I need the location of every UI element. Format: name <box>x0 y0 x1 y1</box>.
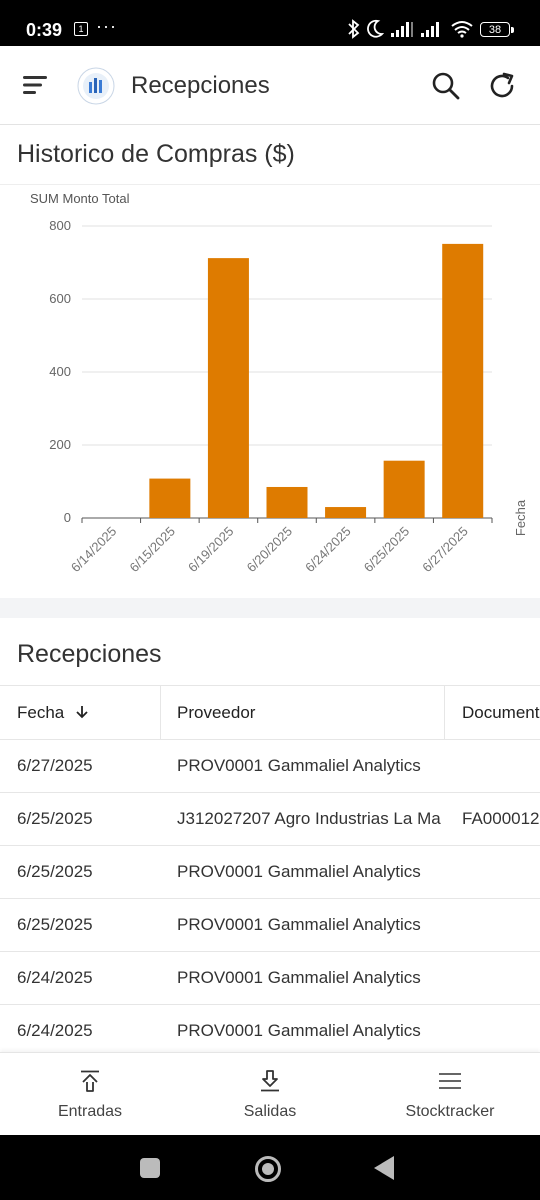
column-divider[interactable] <box>444 686 445 739</box>
recepciones-table: Fecha Proveedor Documento 6/27/2025 PROV0… <box>0 685 540 1058</box>
column-header-documento[interactable]: Documento <box>462 686 540 739</box>
table-row[interactable]: 6/25/2025 J312027207 Agro Industrias La M… <box>0 793 540 846</box>
menu-icon[interactable] <box>22 74 48 96</box>
table-row[interactable]: 6/24/2025 PROV0001 Gammaliel Analytics <box>0 952 540 1005</box>
cell-proveedor: J312027207 Agro Industrias La Ma <box>177 809 441 828</box>
x-tick-label: 6/27/2025 <box>419 524 471 576</box>
notification-badge: 1 <box>74 22 88 36</box>
x-tick-label: 6/24/2025 <box>302 524 354 576</box>
y-axis-label: SUM Monto Total <box>30 191 130 206</box>
more-notifications-icon: ··· <box>96 16 117 36</box>
upload-icon <box>81 1070 99 1092</box>
bar <box>266 486 308 518</box>
table-row[interactable]: 6/25/2025 PROV0001 Gammaliel Analytics <box>0 846 540 899</box>
y-tick-label: 400 <box>49 364 71 379</box>
section-gap <box>0 598 540 618</box>
bar-chart: SUM Monto Total02004006008006/14/2025 6/1… <box>30 191 528 576</box>
column-header-fecha[interactable]: Fecha <box>17 686 157 739</box>
chart-title: Historico de Compras ($) <box>17 140 295 168</box>
nav-salidas[interactable]: Salidas <box>180 1053 360 1136</box>
x-tick-label: 6/14/2025 <box>68 524 120 576</box>
cell-documento <box>462 899 540 951</box>
y-tick-label: 600 <box>49 291 71 306</box>
table-row[interactable]: 6/25/2025 PROV0001 Gammaliel Analytics <box>0 899 540 952</box>
cell-fecha: 6/24/2025 <box>17 1021 93 1040</box>
cell-documento <box>462 846 540 898</box>
cell-documento <box>462 740 540 792</box>
cell-proveedor: PROV0001 Gammaliel Analytics <box>177 862 421 881</box>
wifi-icon <box>451 21 473 38</box>
cell-fecha: 6/25/2025 <box>17 862 93 881</box>
y-tick-label: 800 <box>49 218 71 233</box>
nav-label: Salidas <box>243 1103 297 1120</box>
nav-label: Entradas <box>57 1103 123 1120</box>
app-bar: Recepciones <box>0 46 540 125</box>
column-header-proveedor[interactable]: Proveedor <box>177 686 442 739</box>
nav-entradas[interactable]: Entradas <box>0 1053 180 1136</box>
table-title: Recepciones <box>17 640 162 668</box>
bar <box>442 243 484 518</box>
status-time: 0:39 <box>26 20 63 40</box>
bar <box>325 507 367 518</box>
search-icon[interactable] <box>430 70 462 102</box>
brand-logo <box>77 67 115 105</box>
system-nav-bar <box>0 1135 540 1200</box>
cell-fecha: 6/25/2025 <box>17 809 93 828</box>
table-row[interactable]: 6/24/2025 PROV0001 Gammaliel Analytics <box>0 1005 540 1058</box>
battery-icon: 38 <box>480 21 514 37</box>
bar <box>383 460 425 518</box>
x-tick-label: 6/15/2025 <box>126 524 178 576</box>
x-tick-label: 6/25/2025 <box>361 524 413 576</box>
signal-icon <box>391 22 413 37</box>
cell-proveedor: PROV0001 Gammaliel Analytics <box>177 915 421 934</box>
cell-proveedor: PROV0001 Gammaliel Analytics <box>177 968 421 987</box>
sort-down-icon[interactable] <box>75 705 89 719</box>
column-divider[interactable] <box>160 686 161 739</box>
cell-proveedor: PROV0001 Gammaliel Analytics <box>177 756 421 775</box>
signal-icon-2 <box>421 22 439 37</box>
cell-proveedor: PROV0001 Gammaliel Analytics <box>177 1021 421 1040</box>
cell-fecha: 6/27/2025 <box>17 756 93 775</box>
divider <box>0 184 540 185</box>
bluetooth-icon <box>348 19 360 39</box>
back-button[interactable] <box>374 1156 394 1180</box>
recents-button[interactable] <box>140 1158 160 1178</box>
home-button[interactable] <box>255 1156 281 1182</box>
x-tick-label: 6/19/2025 <box>185 524 237 576</box>
column-label: Fecha <box>17 703 65 722</box>
x-axis-label: Fecha <box>513 499 528 536</box>
cell-documento <box>462 952 540 1004</box>
cell-fecha: 6/24/2025 <box>17 968 93 987</box>
moon-icon <box>367 19 384 38</box>
status-icons: 38 <box>348 18 514 40</box>
cell-documento <box>462 1005 540 1057</box>
refresh-icon[interactable] <box>486 70 518 102</box>
nav-stocktracker[interactable]: Stocktracker <box>360 1053 540 1136</box>
table-body: 6/27/2025 PROV0001 Gammaliel Analytics 6/2… <box>0 740 540 1058</box>
menu-lines-icon <box>439 1073 461 1089</box>
nav-label: Stocktracker <box>405 1103 495 1120</box>
table-header: Fecha Proveedor Documento <box>0 685 540 740</box>
y-tick-label: 200 <box>49 437 71 452</box>
bar <box>149 478 191 518</box>
x-tick-label: 6/20/2025 <box>244 524 296 576</box>
bar <box>207 258 249 518</box>
cell-documento: FA000012 <box>462 809 540 828</box>
cell-fecha: 6/25/2025 <box>17 915 93 934</box>
page-title: Recepciones <box>131 72 270 99</box>
y-tick-label: 0 <box>64 510 71 525</box>
status-bar: 0:39 1 ··· 38 <box>0 0 540 46</box>
table-row[interactable]: 6/27/2025 PROV0001 Gammaliel Analytics <box>0 740 540 793</box>
bottom-nav: Entradas Salidas Stocktracker <box>0 1052 540 1136</box>
download-icon <box>261 1070 279 1092</box>
